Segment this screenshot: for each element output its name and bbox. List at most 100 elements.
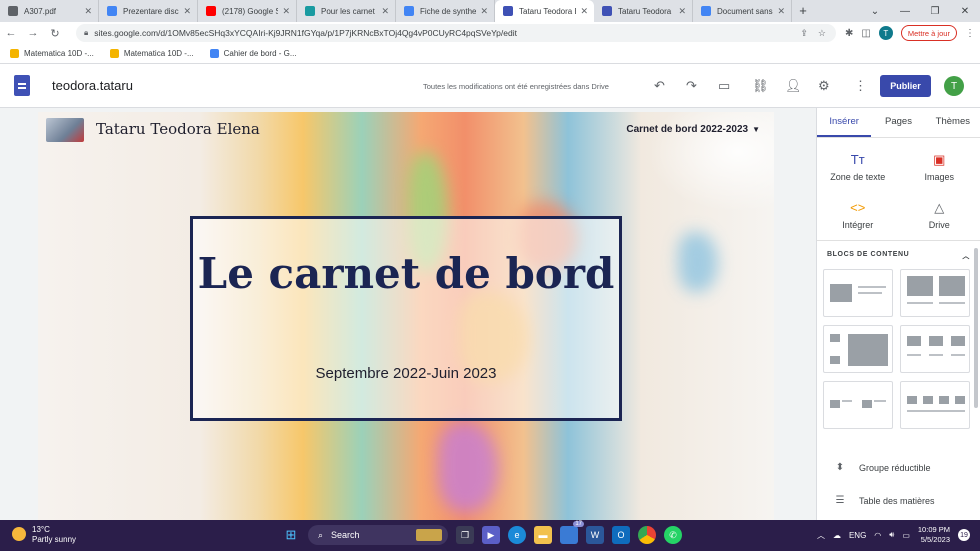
address-bar-row: ← → ↻ 🔒︎ sites.google.com/d/1OMv85ecSHq3…: [0, 22, 980, 44]
show-hidden-icons-icon[interactable]: ︿: [817, 530, 825, 541]
panel-scrollbar[interactable]: [974, 248, 978, 408]
undo-icon[interactable]: ↶: [654, 78, 665, 94]
layout-block[interactable]: [823, 269, 893, 317]
outlook-icon[interactable]: O: [612, 526, 630, 544]
close-tab-icon[interactable]: ✕: [282, 6, 290, 17]
tab-search-icon[interactable]: ⌄: [860, 0, 890, 22]
battery-icon[interactable]: ▭: [902, 531, 910, 540]
insert-images[interactable]: ▣ Images: [899, 152, 980, 182]
share-icon[interactable]: ⇪: [800, 28, 808, 39]
browser-tab[interactable]: A307.pdf ✕: [0, 0, 99, 22]
browser-tab[interactable]: Pour les carnet d ✕: [297, 0, 396, 22]
new-tab-button[interactable]: +: [792, 0, 814, 22]
hero-title[interactable]: Le carnet de bord: [193, 249, 619, 299]
text-line: [939, 302, 965, 304]
clock[interactable]: 10:09 PM 5/5/2023: [918, 525, 950, 545]
text-line: [858, 286, 886, 288]
settings-gear-icon[interactable]: ⚙: [818, 78, 830, 94]
weather-widget[interactable]: 13°C Partly sunny: [12, 525, 76, 545]
browser-tab[interactable]: Prezentare discur ✕: [99, 0, 198, 22]
bookmark-star-icon[interactable]: ☆: [818, 28, 826, 39]
redo-icon[interactable]: ↷: [686, 78, 697, 94]
site-name[interactable]: teodora.tataru: [52, 78, 133, 93]
close-tab-icon[interactable]: ✕: [777, 6, 785, 17]
close-tab-icon[interactable]: ✕: [678, 6, 686, 17]
hero-subtitle[interactable]: Septembre 2022-Juin 2023: [193, 365, 619, 382]
taskbar-search[interactable]: ⌕ Search: [308, 525, 448, 545]
tab-pages[interactable]: Pages: [871, 108, 925, 137]
browser-tab[interactable]: (2178) Google Sit ✕: [198, 0, 297, 22]
layout-block[interactable]: [823, 325, 893, 373]
tab-title: Tataru Teodora: [618, 6, 672, 16]
site-logo-image[interactable]: [46, 118, 84, 142]
browser-menu-icon[interactable]: ⋮: [965, 28, 975, 39]
page-navigation-menu[interactable]: Carnet de bord 2022-2023 ▼: [626, 124, 760, 135]
close-tab-icon[interactable]: ✕: [381, 6, 389, 17]
url-field[interactable]: 🔒︎ sites.google.com/d/1OMv85ecSHq3xYCQAI…: [76, 24, 836, 42]
google-sites-logo-icon[interactable]: [14, 75, 30, 96]
side-panel-icon[interactable]: ◫: [861, 28, 870, 39]
browser-tab[interactable]: Tataru Teodora ✕: [594, 0, 693, 22]
notification-count[interactable]: 19: [958, 529, 970, 541]
layout-block[interactable]: [900, 381, 970, 429]
bookmark-item[interactable]: Cahier de bord - G...: [209, 49, 297, 58]
maximize-icon[interactable]: ❐: [920, 0, 950, 22]
chevron-down-icon: ▼: [752, 125, 760, 134]
extensions-icon[interactable]: ✱: [845, 28, 853, 39]
close-tab-icon[interactable]: ✕: [480, 6, 488, 17]
tab-favicon-icon: [503, 6, 513, 16]
share-with-others-icon[interactable]: 👤︎: [785, 78, 802, 94]
forward-icon[interactable]: →: [22, 27, 44, 39]
profile-avatar[interactable]: T: [878, 26, 893, 40]
tab-insert[interactable]: Insérer: [817, 108, 872, 137]
account-avatar[interactable]: T: [944, 76, 964, 96]
lock-icon[interactable]: 🔒︎: [84, 28, 88, 38]
insert-text-box[interactable]: Tт Zone de texte: [817, 152, 899, 182]
bookmark-item[interactable]: Matematica 10D -...: [10, 49, 94, 58]
layout-block[interactable]: [823, 381, 893, 429]
preview-icon[interactable]: ▭: [718, 78, 730, 94]
insert-table-of-contents[interactable]: ☰ Table des matières: [817, 484, 980, 517]
browser-tab[interactable]: Document sans ti ✕: [693, 0, 792, 22]
chevron-up-icon[interactable]: ︿: [962, 251, 970, 261]
insert-embed[interactable]: <> Intégrer: [817, 200, 899, 230]
tab-favicon-icon: [404, 6, 414, 16]
insert-collapsible-group[interactable]: ⬍ Groupe réductible: [817, 451, 980, 484]
insert-drive[interactable]: △ Drive: [899, 200, 980, 230]
volume-icon[interactable]: 🔊︎: [889, 530, 894, 540]
reload-icon[interactable]: ↻: [44, 27, 66, 40]
close-tab-icon[interactable]: ✕: [84, 6, 92, 17]
close-window-icon[interactable]: ✕: [950, 0, 980, 22]
chrome-icon[interactable]: [638, 526, 656, 544]
wifi-icon[interactable]: ◠: [874, 531, 881, 540]
browser-tab-active[interactable]: Tataru Teodora E ✕: [495, 0, 594, 22]
back-icon[interactable]: ←: [0, 27, 22, 39]
task-view-icon[interactable]: ❐: [456, 526, 474, 544]
more-options-icon[interactable]: ⋮: [854, 78, 867, 94]
hero-title-frame[interactable]: Le carnet de bord Septembre 2022-Juin 20…: [190, 216, 622, 421]
edge-icon[interactable]: e: [508, 526, 526, 544]
tab-themes[interactable]: Thèmes: [926, 108, 980, 137]
tab-favicon-icon: [305, 6, 315, 16]
teams-icon[interactable]: ▶: [482, 526, 500, 544]
content-blocks-header[interactable]: BLOCS DE CONTENU ︿: [817, 241, 980, 269]
update-button[interactable]: Mettre à jour: [900, 25, 957, 41]
site-title[interactable]: Tataru Teodora Elena: [96, 120, 260, 138]
close-tab-icon[interactable]: ✕: [580, 6, 588, 17]
layout-block[interactable]: [900, 269, 970, 317]
close-tab-icon[interactable]: ✕: [183, 6, 191, 17]
language-indicator[interactable]: ENG: [849, 531, 866, 540]
whatsapp-icon[interactable]: ✆: [664, 526, 682, 544]
publish-button[interactable]: Publier: [880, 75, 931, 97]
windows-start-icon[interactable]: ⊞: [282, 526, 300, 544]
layout-block[interactable]: [900, 325, 970, 373]
text-line: [907, 410, 965, 412]
word-icon[interactable]: W: [586, 526, 604, 544]
store-icon[interactable]: 17: [560, 521, 584, 544]
file-explorer-icon[interactable]: ▬: [534, 526, 552, 544]
minimize-icon[interactable]: —: [890, 0, 920, 22]
browser-tab[interactable]: Fiche de synthes ✕: [396, 0, 495, 22]
bookmark-item[interactable]: Matematica 10D -...: [109, 49, 194, 58]
copy-link-icon[interactable]: ⛓: [752, 78, 769, 94]
onedrive-icon[interactable]: ☁: [833, 531, 841, 540]
